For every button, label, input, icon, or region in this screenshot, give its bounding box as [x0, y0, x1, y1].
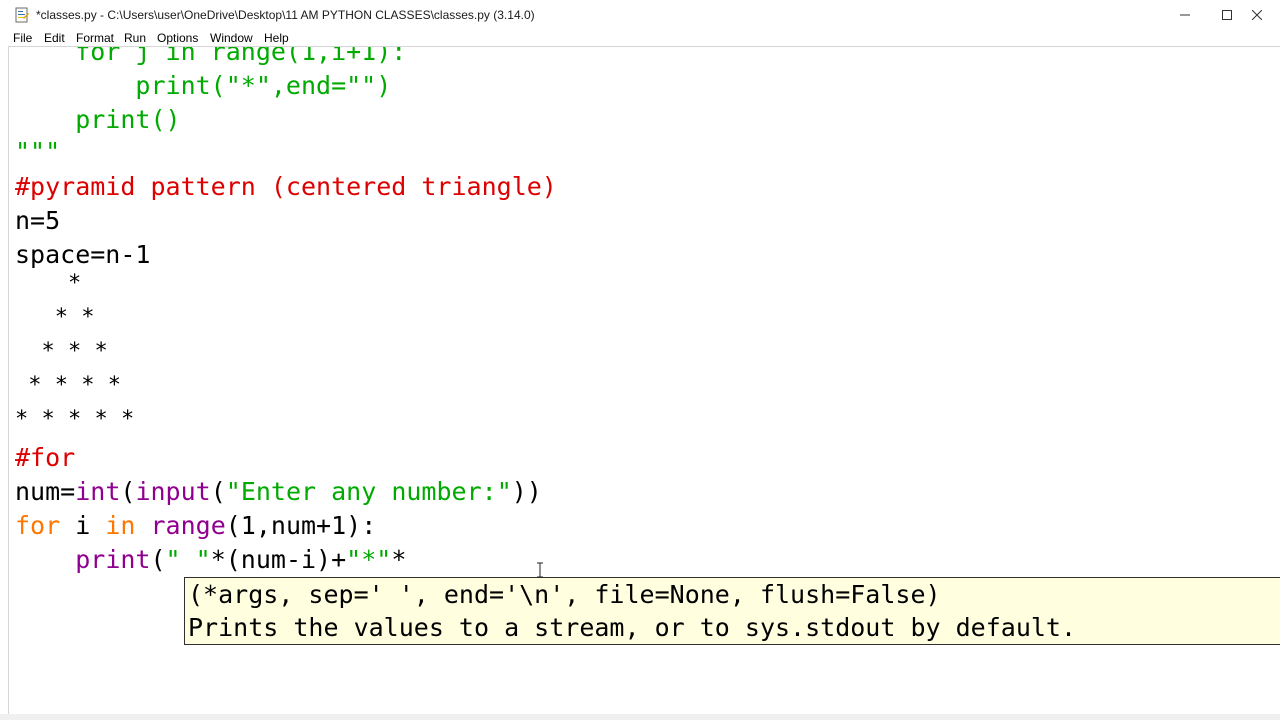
code-token: range	[150, 511, 226, 540]
menu-format[interactable]: Format	[76, 31, 114, 45]
code-line[interactable]: space=n-1	[15, 238, 150, 272]
code-line[interactable]: for j in range(1,i+1):	[15, 46, 407, 69]
calltip-doc: Prints the values to a stream, or to sys…	[188, 613, 1077, 642]
menu-file[interactable]: File	[13, 31, 32, 45]
code-line[interactable]: print("*",end="")	[15, 69, 391, 103]
code-token: for	[15, 511, 61, 540]
title-bar: *classes.py - C:\Users\user\OneDrive\Des…	[0, 0, 1280, 30]
code-token: print()	[15, 105, 181, 134]
status-bar	[0, 714, 1280, 720]
code-token: (	[120, 477, 136, 506]
code-token: print("*",end="")	[15, 71, 392, 100]
code-token: for j in range(1,i+1):	[15, 46, 407, 66]
code-line[interactable]: * * * * *	[15, 407, 134, 437]
code-token: ))	[511, 477, 542, 506]
code-token: int	[75, 477, 121, 506]
code-line[interactable]: num=int(input("Enter any number:"))	[15, 475, 542, 509]
code-token: #for	[15, 443, 76, 472]
code-line[interactable]: * * *	[15, 339, 107, 369]
code-token: space=n-1	[15, 240, 151, 269]
calltip-tooltip: (*args, sep=' ', end='\n', file=None, fl…	[184, 577, 1280, 645]
code-line[interactable]: *	[15, 271, 81, 301]
code-token: *(num-i)+	[210, 545, 347, 574]
maximize-icon	[1222, 10, 1232, 20]
code-token: (	[210, 477, 226, 506]
code-line[interactable]: #for	[15, 441, 75, 475]
code-token: "Enter any number:"	[225, 477, 512, 506]
code-token: "*"	[346, 545, 392, 574]
menu-run[interactable]: Run	[124, 31, 146, 45]
code-token: *	[391, 545, 407, 574]
code-token: #pyramid pattern (centered triangle)	[15, 172, 557, 201]
menu-help[interactable]: Help	[264, 31, 289, 45]
minimize-button[interactable]	[1162, 0, 1208, 30]
code-line[interactable]: * *	[15, 305, 95, 335]
code-line[interactable]: """	[15, 135, 60, 169]
menu-edit[interactable]: Edit	[44, 31, 65, 45]
code-line[interactable]: #pyramid pattern (centered triangle)	[15, 170, 557, 204]
menu-options[interactable]: Options	[157, 31, 198, 45]
code-line[interactable]: print(" "*(num-i)+"*"*	[15, 543, 406, 577]
text-cursor-icon	[537, 562, 543, 578]
calltip-signature: (*args, sep=' ', end='\n', file=None, fl…	[188, 580, 941, 609]
code-token: in	[105, 511, 136, 540]
close-icon	[1252, 10, 1262, 20]
code-line[interactable]: print()	[15, 103, 181, 137]
code-line[interactable]: * * * *	[15, 373, 121, 403]
idle-app-icon	[15, 7, 29, 23]
code-line[interactable]: n=5	[15, 204, 60, 238]
code-token: i	[60, 511, 106, 540]
code-token: " "	[165, 545, 211, 574]
code-token: n=5	[15, 206, 61, 235]
menu-window[interactable]: Window	[210, 31, 253, 45]
close-button[interactable]	[1234, 0, 1280, 30]
code-token: input	[135, 477, 211, 506]
code-token: (	[150, 545, 166, 574]
window-title: *classes.py - C:\Users\user\OneDrive\Des…	[36, 8, 535, 22]
code-token: print	[75, 545, 151, 574]
minimize-icon	[1180, 14, 1190, 16]
code-line[interactable]: for i in range(1,num+1):	[15, 509, 376, 543]
code-token: num=	[15, 477, 76, 506]
code-token: """	[15, 137, 61, 166]
code-token: (1,num+1):	[225, 511, 377, 540]
